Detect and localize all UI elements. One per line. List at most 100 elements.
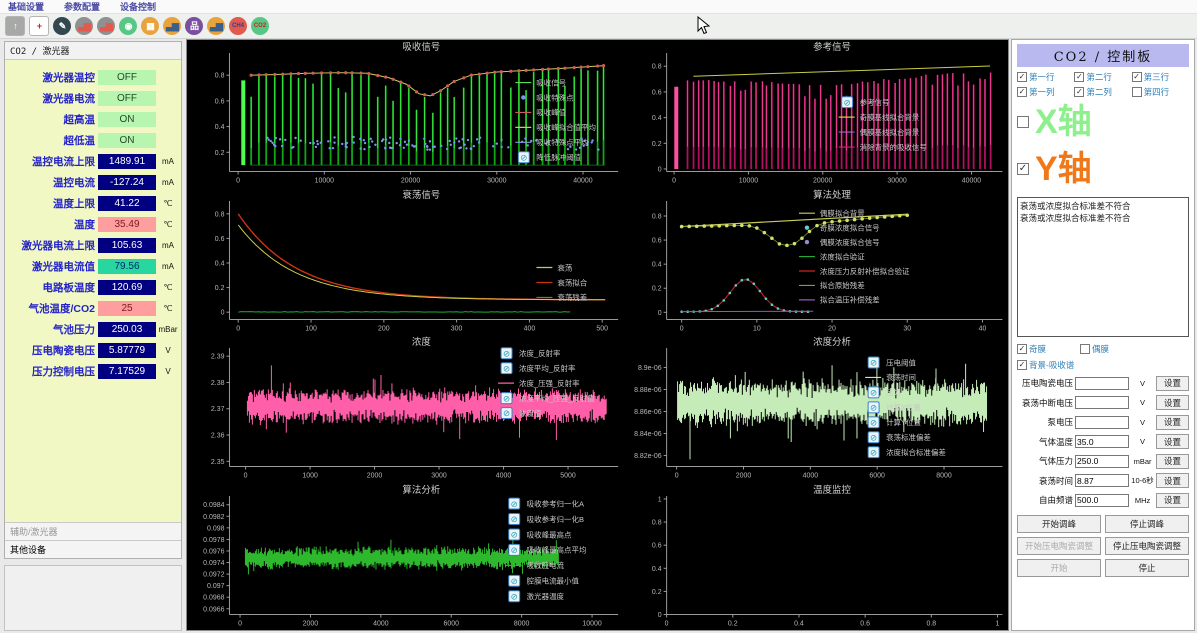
y-tick-label: 8.9e-06 bbox=[638, 365, 662, 372]
param-value: 1489.91 bbox=[98, 154, 156, 169]
co2-icon[interactable]: CO2 bbox=[251, 17, 269, 35]
menu-item-1[interactable]: 参数配置 bbox=[64, 0, 100, 13]
bar-chart2-icon[interactable]: ▃▆ bbox=[207, 17, 225, 35]
ch4-icon[interactable]: CH4 bbox=[229, 17, 247, 35]
histogram-red-icon[interactable]: ▃▆ bbox=[75, 17, 93, 35]
x-tick-label: 0.4 bbox=[794, 620, 804, 627]
x-tick-label: 0.2 bbox=[728, 620, 738, 627]
checkbox[interactable]: ✓ bbox=[1074, 72, 1084, 82]
menu-item-2[interactable]: 设备控制 bbox=[120, 0, 156, 13]
accordion-item-0[interactable]: 辅助/激光器 bbox=[5, 522, 181, 540]
alarm-list[interactable]: 衰荡或浓度拟合标准差不符合 衰荡或浓度拟合标准差不符合 bbox=[1017, 197, 1189, 337]
checkbox[interactable]: ✓ bbox=[1017, 163, 1029, 175]
film-check-0[interactable]: ✓奇膜 bbox=[1017, 343, 1046, 355]
background-absorption-check[interactable]: ✓背景-吸收谱 bbox=[1017, 359, 1189, 371]
set-button-1[interactable]: 设置 bbox=[1156, 395, 1189, 410]
chart-cell-reference-signal[interactable]: 参考信号01000020000300004000000.20.40.60.8⊘参… bbox=[624, 40, 1008, 188]
edit-pen-icon[interactable]: ✎ bbox=[53, 17, 71, 35]
chart-concentration-analysis[interactable]: 浓度分析020004000600080008.82e-068.84e-068.8… bbox=[624, 335, 1008, 483]
series-line bbox=[238, 224, 605, 299]
legend-label: 浓度平均_压强_反射值 bbox=[519, 393, 595, 403]
film-check-1[interactable]: 偶膜 bbox=[1080, 343, 1109, 355]
checkbox[interactable]: ✓ bbox=[1017, 72, 1027, 82]
chart-cell-absorb-signal[interactable]: 吸收信号0100002000030000400000.20.40.60.8吸收信… bbox=[187, 40, 624, 188]
chart-cell-ringdown-signal[interactable]: 衰荡信号010020030040050000.20.40.60.8衰荡衰荡拟合衰… bbox=[187, 188, 624, 336]
main-area: CO2 / 激光器 激光器温控OFF激光器电流OFF超高温ON超低温ON温控电流… bbox=[0, 39, 1197, 631]
grid-check-label: 第二行 bbox=[1086, 71, 1112, 83]
param-value: ON bbox=[98, 112, 156, 127]
field-input-3[interactable] bbox=[1075, 435, 1129, 448]
set-button-5[interactable]: 设置 bbox=[1156, 473, 1189, 488]
chart-absorb-signal[interactable]: 吸收信号0100002000030000400000.20.40.60.8吸收信… bbox=[187, 40, 624, 188]
field-input-5[interactable] bbox=[1075, 474, 1129, 487]
x-tick-label: 500 bbox=[596, 325, 608, 332]
param-value: ON bbox=[98, 133, 156, 148]
field-input-2[interactable] bbox=[1075, 416, 1129, 429]
action-button-2-0[interactable]: 开始 bbox=[1017, 559, 1101, 577]
checkbox[interactable]: ✓ bbox=[1132, 72, 1142, 82]
param-value: -127.24 bbox=[98, 175, 156, 190]
action-button-0-1[interactable]: 停止调峰 bbox=[1105, 515, 1189, 533]
set-button-2[interactable]: 设置 bbox=[1156, 415, 1189, 430]
chart-concentration[interactable]: 浓度0100020003000400050002.352.362.372.382… bbox=[187, 335, 624, 483]
histogram-red2-icon[interactable]: ▃▆ bbox=[97, 17, 115, 35]
topology-icon[interactable]: 品 bbox=[185, 17, 203, 35]
checkbox[interactable] bbox=[1017, 116, 1029, 128]
grid-check-3[interactable]: ✓第一列 bbox=[1017, 86, 1074, 98]
y-tick-label: 0.4 bbox=[652, 115, 662, 122]
param-value: 105.63 bbox=[98, 238, 156, 253]
checkbox[interactable]: ✓ bbox=[1017, 360, 1027, 370]
accordion-header-laser[interactable]: CO2 / 激光器 bbox=[5, 42, 181, 60]
chart-temperature-monitor[interactable]: 温度监控00.20.40.60.8100.20.40.60.81 bbox=[624, 483, 1008, 631]
checkbox[interactable] bbox=[1080, 344, 1090, 354]
checkbox[interactable]: ✓ bbox=[1017, 344, 1027, 354]
grid-check-1[interactable]: ✓第二行 bbox=[1074, 71, 1131, 83]
chart-cell-temperature-monitor[interactable]: 温度监控00.20.40.60.8100.20.40.60.81 bbox=[624, 483, 1008, 631]
bar-chart-icon[interactable]: ▃▆ bbox=[163, 17, 181, 35]
param-row: 压电陶瓷电压5.87779V bbox=[5, 340, 181, 361]
checkbox[interactable]: ✓ bbox=[1074, 87, 1084, 97]
axis-toggle-0[interactable]: X轴 bbox=[1017, 98, 1189, 145]
legend-label: 衰荡标准偏差 bbox=[886, 432, 931, 442]
chart-cell-concentration-analysis[interactable]: 浓度分析020004000600080008.82e-068.84e-068.8… bbox=[624, 335, 1008, 483]
field-input-1[interactable] bbox=[1075, 396, 1129, 409]
controller-icon[interactable]: ◉ bbox=[119, 17, 137, 35]
grid-check-0[interactable]: ✓第一行 bbox=[1017, 71, 1074, 83]
menu-item-0[interactable]: 基础设置 bbox=[8, 0, 44, 13]
action-button-0-0[interactable]: 开始调峰 bbox=[1017, 515, 1101, 533]
y-tick-label: 0.0968 bbox=[203, 594, 224, 601]
y-tick-label: 0.097 bbox=[207, 583, 225, 590]
chart-reference-signal[interactable]: 参考信号01000020000300004000000.20.40.60.8⊘参… bbox=[624, 40, 1008, 188]
action-button-1-1[interactable]: 停止压电陶瓷调整 bbox=[1105, 537, 1189, 555]
cursor-tool-icon[interactable]: + bbox=[29, 16, 49, 36]
field-input-0[interactable] bbox=[1075, 377, 1129, 390]
set-button-6[interactable]: 设置 bbox=[1156, 493, 1189, 508]
set-button-4[interactable]: 设置 bbox=[1156, 454, 1189, 469]
set-button-0[interactable]: 设置 bbox=[1156, 376, 1189, 391]
grid-check-5[interactable]: 第四行 bbox=[1132, 86, 1189, 98]
field-input-6[interactable] bbox=[1075, 494, 1129, 507]
checkbox[interactable] bbox=[1132, 87, 1142, 97]
chart-algorithm-analysis[interactable]: 算法分析02000400060008000100000.09660.09680.… bbox=[187, 483, 624, 631]
home-button[interactable]: ↑ bbox=[5, 16, 25, 36]
chart-cell-algorithm-analysis[interactable]: 算法分析02000400060008000100000.09660.09680.… bbox=[187, 483, 624, 631]
grid-check-2[interactable]: ✓第三行 bbox=[1132, 71, 1189, 83]
grid-check-label: 第四行 bbox=[1144, 86, 1170, 98]
checkbox[interactable]: ✓ bbox=[1017, 87, 1027, 97]
chart-algorithm-processing[interactable]: 算法处理01020304000.20.40.60.8偶膜拟合背景奇膜浓度拟合信号… bbox=[624, 188, 1008, 336]
chart-cell-algorithm-processing[interactable]: 算法处理01020304000.20.40.60.8偶膜拟合背景奇膜浓度拟合信号… bbox=[624, 188, 1008, 336]
grid-check-4[interactable]: ✓第二列 bbox=[1074, 86, 1131, 98]
table-icon[interactable]: ▦ bbox=[141, 17, 159, 35]
chart-cell-concentration[interactable]: 浓度0100020003000400050002.352.362.372.382… bbox=[187, 335, 624, 483]
field-input-4[interactable] bbox=[1075, 455, 1129, 468]
y-tick-label: 0.0984 bbox=[203, 502, 224, 509]
no-symbol-icon: ⊘ bbox=[870, 358, 877, 368]
accordion-item-1[interactable]: 其他设备 bbox=[5, 540, 181, 558]
axis-toggle-1[interactable]: ✓Y轴 bbox=[1017, 145, 1189, 192]
set-button-3[interactable]: 设置 bbox=[1156, 434, 1189, 449]
action-button-1-0[interactable]: 开始压电陶瓷调整 bbox=[1017, 537, 1101, 555]
y-tick-label: 0.6 bbox=[652, 89, 662, 96]
chart-ringdown-signal[interactable]: 衰荡信号010020030040050000.20.40.60.8衰荡衰荡拟合衰… bbox=[187, 188, 624, 336]
x-tick-label: 10000 bbox=[582, 620, 602, 627]
action-button-2-1[interactable]: 停止 bbox=[1105, 559, 1189, 577]
